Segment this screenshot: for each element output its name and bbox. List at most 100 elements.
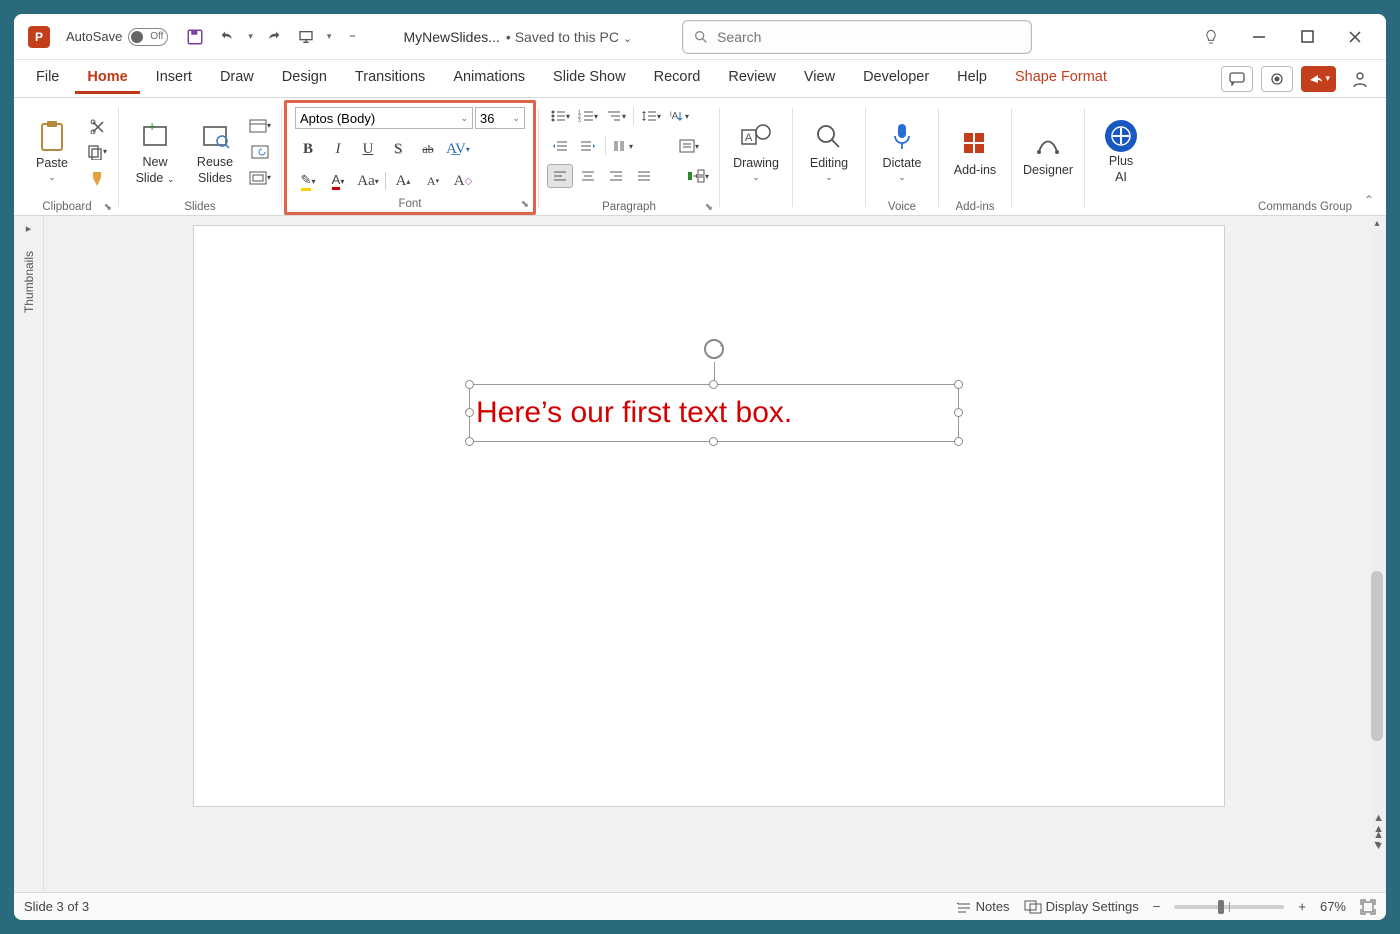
char-spacing-button[interactable]: A͟V▾: [445, 137, 471, 161]
indent-list-button[interactable]: ▾: [603, 104, 629, 128]
shadow-button[interactable]: S: [385, 137, 411, 161]
tab-record[interactable]: Record: [642, 63, 713, 94]
decrease-font-button[interactable]: A▾: [420, 169, 446, 193]
vertical-scrollbar[interactable]: ▴ ▾: [1370, 216, 1384, 852]
fit-to-window-button[interactable]: [1360, 899, 1376, 915]
search-input[interactable]: [717, 29, 1021, 45]
tab-shape-format[interactable]: Shape Format: [1003, 63, 1119, 94]
smartart-button[interactable]: ▾: [685, 164, 711, 188]
resize-handle-s[interactable]: [709, 437, 718, 446]
slide-indicator[interactable]: Slide 3 of 3: [24, 899, 89, 914]
thumbnail-pane[interactable]: ▸ Thumbnails: [14, 216, 44, 892]
next-slide-button[interactable]: ▼: [1373, 840, 1384, 852]
qat-customize-button[interactable]: ⎯: [341, 26, 363, 48]
align-left-button[interactable]: [547, 164, 573, 188]
from-beginning-button[interactable]: [295, 26, 317, 48]
numbering-button[interactable]: 123▾: [575, 104, 601, 128]
cut-button[interactable]: [84, 114, 110, 138]
tab-view[interactable]: View: [792, 63, 847, 94]
dictate-button[interactable]: Dictate ⌄: [874, 109, 930, 195]
paragraph-launcher[interactable]: ⬊: [705, 202, 713, 213]
tab-design[interactable]: Design: [270, 63, 339, 94]
tab-draw[interactable]: Draw: [208, 63, 266, 94]
font-size-combo[interactable]: 36⌄: [475, 107, 525, 129]
account-button[interactable]: [1344, 66, 1376, 92]
redo-button[interactable]: [263, 26, 285, 48]
text-box-content[interactable]: Here’s our first text box.: [476, 396, 792, 430]
zoom-level[interactable]: 67%: [1320, 899, 1346, 914]
clipboard-launcher[interactable]: ⬊: [104, 202, 112, 213]
format-painter-button[interactable]: [84, 166, 110, 190]
autosave-switch[interactable]: Off: [128, 28, 168, 46]
resize-handle-n[interactable]: [709, 380, 718, 389]
addins-button[interactable]: Add-ins: [947, 109, 1003, 195]
designer-button[interactable]: Designer: [1020, 109, 1076, 195]
comments-button[interactable]: [1221, 66, 1253, 92]
change-case-button[interactable]: Aa▾: [355, 169, 381, 193]
increase-font-button[interactable]: A▴: [390, 169, 416, 193]
section-button[interactable]: ▾: [247, 166, 273, 190]
line-spacing-button[interactable]: ▾: [638, 104, 664, 128]
drawing-button[interactable]: A Drawing ⌄: [728, 109, 784, 195]
tab-transitions[interactable]: Transitions: [343, 63, 437, 94]
zoom-slider-knob[interactable]: [1218, 900, 1224, 914]
reuse-slides-button[interactable]: Reuse Slides: [187, 109, 243, 195]
editing-button[interactable]: Editing ⌄: [801, 109, 857, 195]
copy-button[interactable]: ▾: [84, 140, 110, 164]
camera-button[interactable]: [1261, 66, 1293, 92]
expand-thumbnails-button[interactable]: ▸: [26, 222, 32, 235]
italic-button[interactable]: I: [325, 137, 351, 161]
resize-handle-ne[interactable]: [954, 380, 963, 389]
scroll-track[interactable]: [1371, 231, 1383, 837]
close-button[interactable]: [1340, 22, 1370, 52]
layout-button[interactable]: ▾: [247, 114, 273, 138]
document-title-area[interactable]: MyNewSlides... • Saved to this PC ⌄: [403, 29, 632, 45]
coming-soon-button[interactable]: [1196, 22, 1226, 52]
slide-canvas-area[interactable]: Here’s our first text box. ▴ ▾: [44, 216, 1386, 892]
scroll-up-button[interactable]: ▴: [1374, 218, 1379, 229]
collapse-ribbon-button[interactable]: ⌃: [1364, 193, 1374, 207]
highlight-color-button[interactable]: ✎▾: [295, 169, 321, 193]
align-text-button[interactable]: ▾: [676, 134, 702, 158]
text-direction-button[interactable]: ᴵA▾: [666, 104, 692, 128]
display-settings-button[interactable]: Display Settings: [1024, 899, 1139, 914]
notes-button[interactable]: Notes: [956, 899, 1010, 914]
clear-formatting-button[interactable]: A◇: [450, 169, 476, 193]
text-box[interactable]: Here’s our first text box.: [469, 384, 959, 442]
increase-indent-button[interactable]: [575, 134, 601, 158]
present-dropdown[interactable]: ▾: [327, 31, 332, 42]
autosave-toggle[interactable]: AutoSave Off: [66, 28, 168, 46]
justify-button[interactable]: [631, 164, 657, 188]
resize-handle-e[interactable]: [954, 408, 963, 417]
align-center-button[interactable]: [575, 164, 601, 188]
tab-review[interactable]: Review: [716, 63, 788, 94]
font-name-combo[interactable]: Aptos (Body)⌄: [295, 107, 473, 129]
zoom-out-button[interactable]: −: [1153, 899, 1161, 914]
align-right-button[interactable]: [603, 164, 629, 188]
bold-button[interactable]: B: [295, 137, 321, 161]
font-launcher[interactable]: ⬊: [521, 199, 529, 210]
tab-slideshow[interactable]: Slide Show: [541, 63, 638, 94]
resize-handle-w[interactable]: [465, 408, 474, 417]
strikethrough-button[interactable]: ab: [415, 137, 441, 161]
minimize-button[interactable]: [1244, 22, 1274, 52]
undo-dropdown[interactable]: ▾: [248, 31, 253, 42]
search-box[interactable]: [682, 20, 1032, 54]
resize-handle-sw[interactable]: [465, 437, 474, 446]
save-button[interactable]: [184, 26, 206, 48]
tab-help[interactable]: Help: [945, 63, 999, 94]
columns-button[interactable]: ▾: [610, 134, 636, 158]
scroll-thumb[interactable]: [1371, 571, 1383, 741]
rotate-handle[interactable]: [700, 335, 728, 363]
maximize-button[interactable]: [1292, 22, 1322, 52]
zoom-slider[interactable]: [1174, 905, 1284, 909]
paste-button[interactable]: Paste ⌄: [24, 109, 80, 195]
prev-slide-double-button[interactable]: ▲▲: [1373, 826, 1384, 838]
underline-button[interactable]: U: [355, 137, 381, 161]
share-button[interactable]: ▾: [1301, 66, 1336, 92]
tab-insert[interactable]: Insert: [144, 63, 204, 94]
resize-handle-nw[interactable]: [465, 380, 474, 389]
tab-animations[interactable]: Animations: [441, 63, 537, 94]
bullets-button[interactable]: ▾: [547, 104, 573, 128]
reset-button[interactable]: [247, 140, 273, 164]
